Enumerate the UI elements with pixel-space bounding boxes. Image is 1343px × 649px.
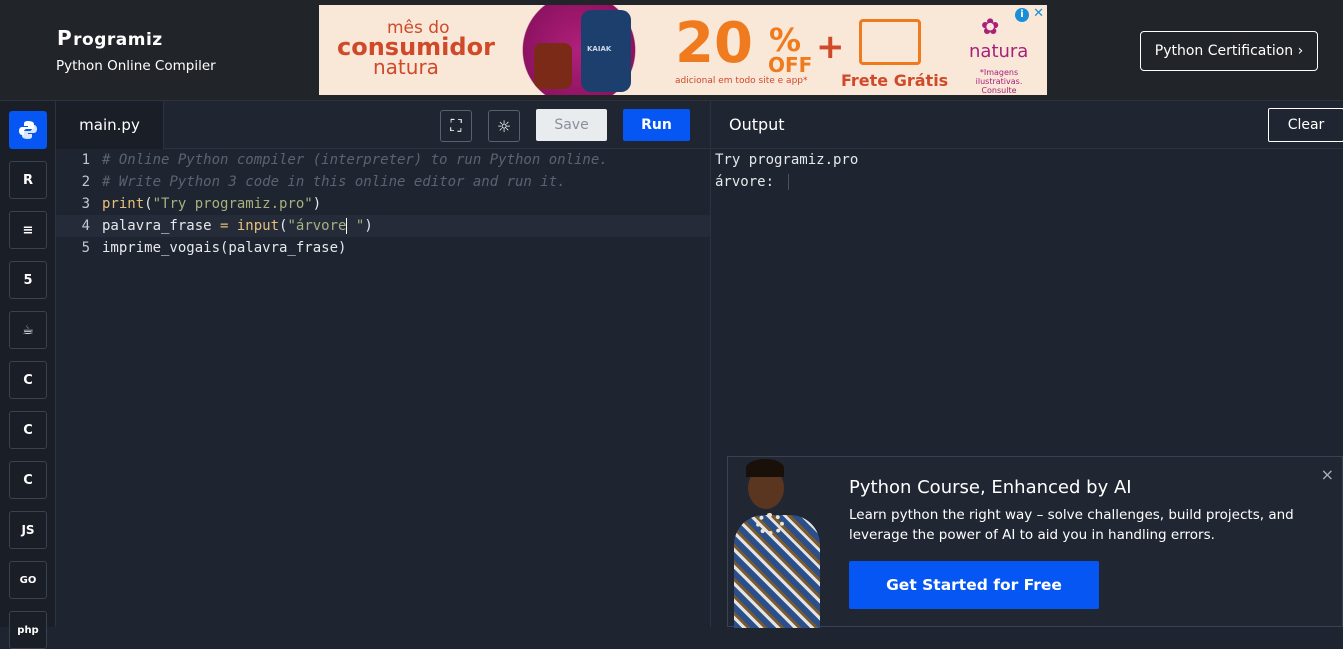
csharp-icon[interactable]: C — [9, 461, 47, 499]
code-line-active: 4 palavra_frase = input("árvore ") — [56, 215, 711, 237]
python-certification-button[interactable]: Python Certification › — [1140, 31, 1318, 71]
ad-frete: Frete Grátis — [841, 71, 949, 90]
logo-text: rogramiz — [73, 30, 163, 50]
ad-off: OFF — [768, 53, 813, 77]
code-text: print("Try programiz.pro") — [102, 196, 322, 212]
ad-bottle-label: KAIAK — [587, 45, 612, 53]
ad-disclaimer: *Imagens ilustrativas. Consulte condiçõe… — [975, 68, 1023, 95]
ad-perfume-bottle — [534, 43, 572, 89]
get-started-button[interactable]: Get Started for Free — [849, 561, 1099, 609]
c-icon[interactable]: C — [9, 361, 47, 399]
ad-line3: natura — [373, 55, 439, 79]
python-icon[interactable] — [9, 111, 47, 149]
code-line: 5 imprime_vogais(palavra_frase) — [56, 237, 711, 259]
tab-main-py[interactable]: main.py — [56, 101, 164, 149]
code-line: 2 # Write Python 3 code in this online e… — [56, 171, 711, 193]
code-editor[interactable]: 1 # Online Python compiler (interpreter)… — [56, 149, 711, 627]
save-button[interactable]: Save — [536, 109, 607, 141]
html5-icon[interactable]: 5 — [9, 261, 47, 299]
natura-flower-icon: ✿ — [981, 15, 1000, 40]
code-text: # Online Python compiler (interpreter) t… — [102, 152, 608, 168]
js-icon[interactable]: JS — [9, 511, 47, 549]
output-line[interactable]: árvore: — [715, 171, 790, 193]
code-text: palavra_frase = input("árvore ") — [102, 218, 373, 234]
fullscreen-icon[interactable]: ⛶ — [440, 110, 472, 142]
code-line: 3 print("Try programiz.pro") — [56, 193, 711, 215]
logo-mark: P — [57, 26, 73, 50]
ad-percent: 20% — [675, 11, 802, 76]
ad-plus: + — [816, 27, 845, 67]
code-text: imprime_vogais(palavra_frase) — [102, 240, 347, 256]
ad-close-icon[interactable]: ✕ — [1033, 6, 1044, 21]
line-number: 2 — [81, 174, 90, 190]
ad-note: adicional em todo site e app* — [675, 76, 808, 86]
line-number: 5 — [81, 240, 90, 256]
close-icon[interactable]: × — [1321, 465, 1334, 484]
code-text: # Write Python 3 code in this online edi… — [102, 174, 566, 190]
adchoices-icon[interactable]: i — [1015, 8, 1029, 22]
run-button[interactable]: Run — [623, 109, 690, 141]
language-sidebar: R ≡ 5 ☕ C C C JS GO php — [0, 101, 56, 649]
programiz-logo[interactable]: Programiz — [57, 26, 163, 50]
output-title: Output — [729, 115, 785, 134]
code-line: 1 # Online Python compiler (interpreter)… — [56, 149, 711, 171]
editor-toolbar: main.py ⛶ ☼ Save Run — [56, 101, 711, 149]
truck-icon — [859, 19, 921, 65]
promo-title: Python Course, Enhanced by AI — [849, 477, 1132, 498]
clear-button[interactable]: Clear — [1268, 108, 1343, 142]
line-number: 1 — [81, 152, 90, 168]
line-number: 3 — [81, 196, 90, 212]
output-line: Try programiz.pro — [715, 152, 859, 168]
advertisement-banner[interactable]: mês do consumidor natura KAIAK 20% OFF a… — [319, 5, 1047, 95]
header: Programiz Python Online Compiler mês do … — [0, 0, 1343, 101]
line-number: 4 — [81, 218, 90, 234]
r-icon[interactable]: R — [9, 161, 47, 199]
ad-flower-image — [504, 5, 654, 95]
promo-description: Learn python the right way – solve chall… — [849, 507, 1294, 543]
cpp-icon[interactable]: C — [9, 411, 47, 449]
theme-toggle-icon[interactable]: ☼ — [488, 110, 520, 142]
sql-icon[interactable]: ≡ — [9, 211, 47, 249]
ad-perfume-bottle: KAIAK — [581, 10, 631, 92]
output-toolbar: Output Clear — [711, 101, 1343, 149]
php-icon[interactable]: php — [9, 611, 47, 649]
page-subtitle: Python Online Compiler — [56, 58, 216, 74]
java-icon[interactable]: ☕ — [9, 311, 47, 349]
input-caret — [788, 174, 790, 190]
promo-card: Python Course, Enhanced by AI Learn pyth… — [727, 456, 1343, 628]
promo-photo — [728, 457, 828, 628]
ad-brand: natura — [969, 41, 1029, 62]
go-icon[interactable]: GO — [9, 561, 47, 599]
